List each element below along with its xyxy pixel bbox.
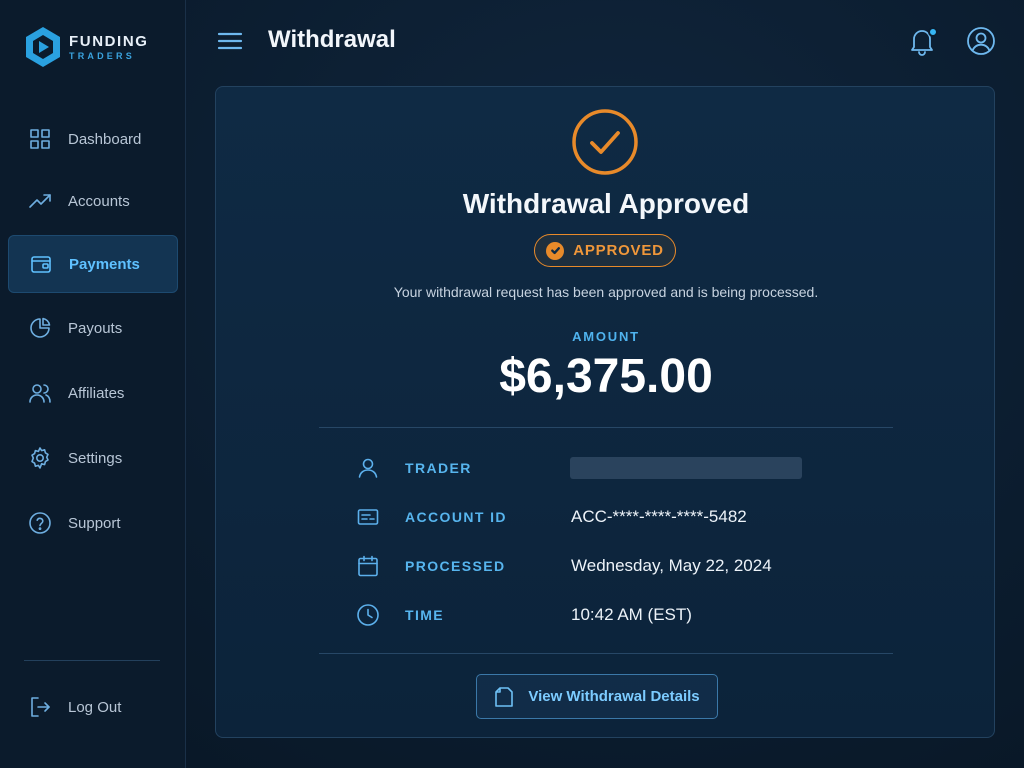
gear-icon <box>27 445 53 471</box>
sidebar-item-label: Accounts <box>68 192 130 210</box>
logo-icon <box>26 27 60 67</box>
sidebar-item-support[interactable]: Support <box>8 494 178 552</box>
page-title: Withdrawal <box>268 26 396 53</box>
user-circle-icon <box>967 27 995 55</box>
sidebar-item-label: Affiliates <box>68 384 125 402</box>
sidebar-item-label: Payments <box>69 255 140 273</box>
logout-label: Log Out <box>68 698 122 716</box>
brand-title: FUNDING <box>69 32 149 50</box>
status-message: Your withdrawal request has been approve… <box>393 284 819 300</box>
divider <box>319 427 893 428</box>
sidebar-item-label: Settings <box>68 449 123 467</box>
help-icon <box>27 510 53 536</box>
app-window: FUNDING TRADERS Dashboard Accounts Payme… <box>0 0 1024 768</box>
hamburger-icon <box>217 32 243 50</box>
amount-value: $6,375.00 <box>499 350 713 403</box>
withdrawal-card: Withdrawal Approved APPROVED Your withdr… <box>215 86 995 738</box>
sidebar-item-label: Payouts <box>68 319 123 337</box>
sidebar-item-payments[interactable]: Payments <box>8 235 178 293</box>
divider <box>319 653 893 654</box>
profile-button[interactable] <box>966 26 996 56</box>
sidebar-item-dashboard[interactable]: Dashboard <box>8 110 178 168</box>
notification-dot <box>928 27 938 37</box>
sidebar-item-label: Support <box>68 514 121 532</box>
detail-row-processed: PROCESSED Wednesday, May 22, 2024 <box>355 551 855 581</box>
brand-subtitle: TRADERS <box>69 50 135 61</box>
logout-button[interactable]: Log Out <box>8 678 178 736</box>
detail-value: Wednesday, May 22, 2024 <box>571 556 772 575</box>
users-icon <box>27 380 53 406</box>
detail-value: 10:42 AM (EST) <box>571 605 692 624</box>
sidebar-item-accounts[interactable]: Accounts <box>8 172 178 230</box>
button-label: View Withdrawal Details <box>528 688 700 705</box>
redacted-value <box>570 457 802 479</box>
detail-label: ACCOUNT ID <box>405 509 507 525</box>
trend-icon <box>27 188 53 214</box>
view-withdrawal-details-button[interactable]: View Withdrawal Details <box>476 674 718 719</box>
top-header: Withdrawal <box>186 0 1024 84</box>
amount-label: AMOUNT <box>572 329 640 344</box>
detail-row-trader: TRADER <box>355 453 855 483</box>
sidebar-divider <box>24 660 160 661</box>
menu-button[interactable] <box>216 29 244 53</box>
sidebar-item-label: Dashboard <box>68 130 142 148</box>
detail-row-account-id: ACCOUNT ID ACC-****-****-****-5482 <box>355 502 855 532</box>
document-icon <box>495 686 514 707</box>
detail-label: PROCESSED <box>405 558 506 574</box>
card-title: Withdrawal Approved <box>462 188 750 219</box>
detail-label: TIME <box>405 607 445 623</box>
calendar-icon <box>355 553 381 579</box>
detail-label: TRADER <box>405 460 472 476</box>
detail-row-time: TIME 10:42 AM (EST) <box>355 600 855 630</box>
pie-icon <box>27 315 53 341</box>
brand-logo[interactable]: FUNDING TRADERS <box>24 26 149 68</box>
sidebar-item-affiliates[interactable]: Affiliates <box>8 364 178 422</box>
check-icon <box>546 241 565 260</box>
sidebar: FUNDING TRADERS Dashboard Accounts Payme… <box>0 0 186 768</box>
sidebar-item-settings[interactable]: Settings <box>8 429 178 487</box>
detail-value: ACC-****-****-****-5482 <box>571 507 747 526</box>
check-circle-icon <box>572 109 638 175</box>
person-icon <box>355 455 381 481</box>
id-card-icon <box>355 504 381 530</box>
logout-icon <box>27 694 53 720</box>
sidebar-item-payouts[interactable]: Payouts <box>8 299 178 357</box>
clock-icon <box>355 602 381 628</box>
wallet-icon <box>28 251 54 277</box>
grid-icon <box>27 126 53 152</box>
status-badge: APPROVED <box>534 234 676 267</box>
status-badge-label: APPROVED <box>573 242 664 259</box>
notifications-button[interactable] <box>908 26 938 56</box>
